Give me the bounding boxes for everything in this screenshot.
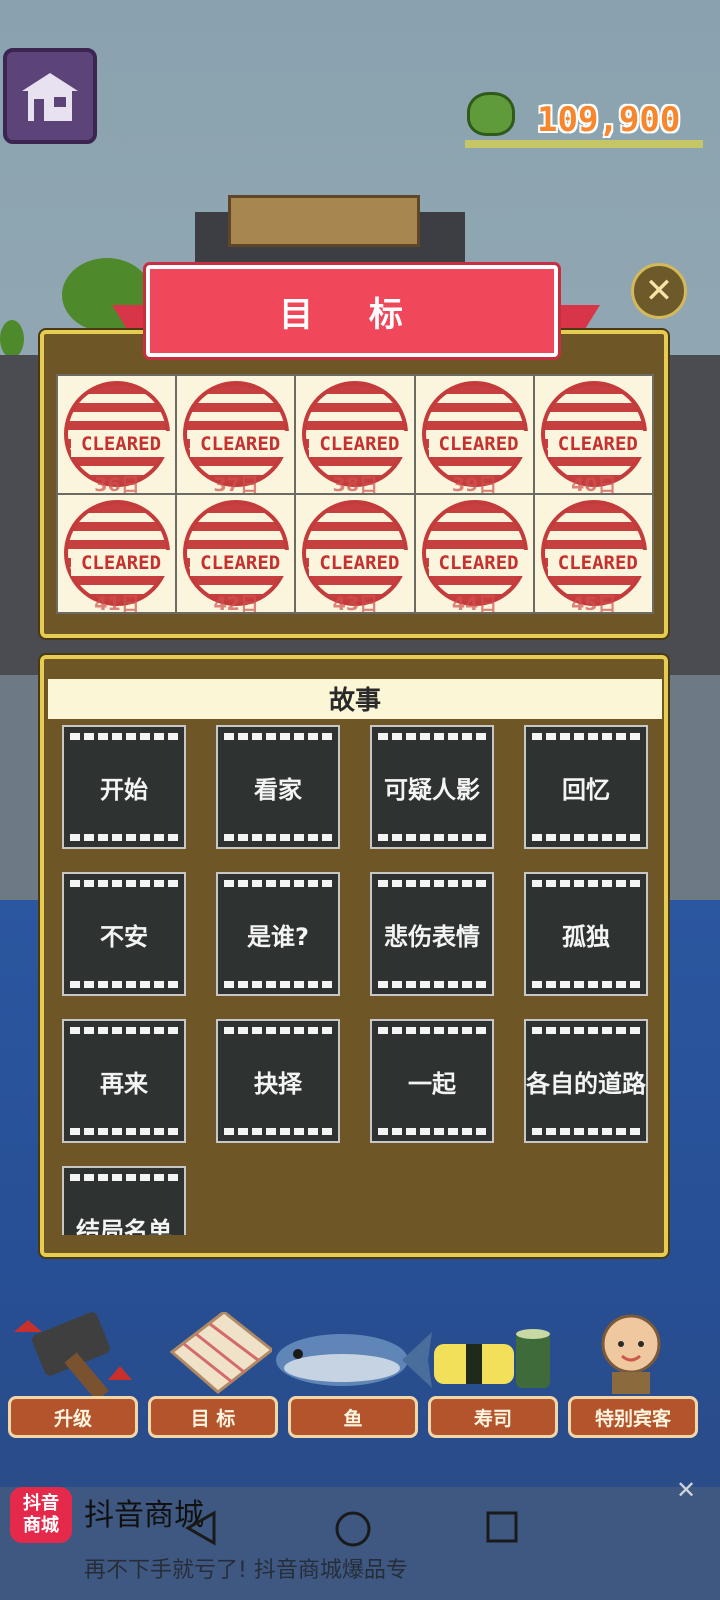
stamp-label: CLEARED <box>71 431 171 457</box>
goal-day: 44日 <box>451 593 498 612</box>
goal-day: 45日 <box>571 593 617 612</box>
sushi-icon <box>430 1326 554 1400</box>
story-chapter-label: 看家 <box>254 775 302 804</box>
coin-value: 109,900 <box>537 100 681 140</box>
story-chapter-button[interactable]: 看家 <box>216 725 340 849</box>
goal-cell[interactable]: CLEARED 38日 <box>296 376 414 493</box>
stamp-label: CLEARED <box>547 550 648 576</box>
story-chapter-label: 回忆 <box>562 775 610 804</box>
bamboo-bar <box>465 140 703 148</box>
goal-cell[interactable]: CLEARED 44日 <box>415 495 533 612</box>
story-chapter-button[interactable]: 抉择 <box>216 1019 340 1143</box>
nav-home-icon[interactable] <box>334 1510 372 1548</box>
story-chapter-button[interactable]: 不安 <box>62 872 186 996</box>
goal-cell[interactable]: CLEARED 36日 <box>58 376 176 493</box>
story-chapter-label: 一起 <box>408 1069 456 1098</box>
stamp-label: CLEARED <box>190 431 291 457</box>
story-chapter-button[interactable]: 再来 <box>62 1019 186 1143</box>
hammer-icon <box>14 1310 134 1402</box>
goal-grid: CLEARED 36日 CLEARED 37日 CLEARED 38日 CLEARED 39日… <box>56 374 654 614</box>
goal-day: 37日 <box>213 474 259 493</box>
story-chapter-button[interactable]: 是谁? <box>216 872 340 996</box>
guest-character-icon <box>598 1312 664 1396</box>
story-grid: 开始 看家 可疑人影 回忆不安 是谁? 悲伤表情 孤独再来 抉择 一起 各自的道路结局名单 <box>58 725 658 1235</box>
goal-day: 39日 <box>451 474 498 493</box>
goal-day: 43日 <box>332 593 379 612</box>
story-chapter-button[interactable]: 各自的道路 <box>524 1019 648 1143</box>
story-panel: 故事 开始 看家 可疑人影 回忆不安 是谁? 悲伤表情 孤独再来 抉择 一起 各自的道路结局名单 <box>40 655 668 1257</box>
tree-left-small <box>0 320 24 358</box>
coin-counter: 109,900 <box>465 82 705 154</box>
story-chapter-button[interactable]: 悲伤表情 <box>370 872 494 996</box>
story-chapter-button[interactable]: 一起 <box>370 1019 494 1143</box>
tab-special-guests[interactable]: 特别宾客 <box>568 1396 698 1438</box>
ad-close-icon[interactable]: ✕ <box>676 1476 696 1504</box>
story-chapter-label: 可疑人影 <box>384 775 480 804</box>
goal-day: 36日 <box>94 474 140 493</box>
tab-fish[interactable]: 鱼 <box>288 1396 418 1438</box>
stamp-label: CLEARED <box>309 431 410 457</box>
story-chapter-label: 各自的道路 <box>526 1069 646 1098</box>
goal-panel: CLEARED 36日 CLEARED 37日 CLEARED 38日 CLEARED 39日… <box>40 330 668 638</box>
goal-day: 40日 <box>571 474 617 493</box>
stamp-label: CLEARED <box>71 550 171 576</box>
house-icon <box>22 73 78 121</box>
fish-icon <box>276 1318 432 1398</box>
goal-day: 38日 <box>332 474 379 493</box>
story-chapter-button[interactable]: 可疑人影 <box>370 725 494 849</box>
goal-cell[interactable]: CLEARED 41日 <box>58 495 176 612</box>
story-chapter-label: 是谁? <box>247 922 309 951</box>
nav-recent-icon[interactable] <box>485 1510 519 1544</box>
close-button[interactable]: ✕ <box>631 263 687 319</box>
tab-sushi[interactable]: 寿司 <box>428 1396 558 1438</box>
wooden-sign <box>228 195 420 247</box>
tab-upgrade[interactable]: 升级 <box>8 1396 138 1438</box>
goal-cell[interactable]: CLEARED 42日 <box>177 495 295 612</box>
goal-cell[interactable]: CLEARED 43日 <box>296 495 414 612</box>
nav-back-icon[interactable] <box>184 1510 220 1546</box>
story-chapter-button[interactable]: 开始 <box>62 725 186 849</box>
story-chapter-button[interactable]: 回忆 <box>524 725 648 849</box>
goal-cell[interactable]: CLEARED 39日 <box>415 376 533 493</box>
tab-goals[interactable]: 目 标 <box>148 1396 278 1438</box>
stamp-label: CLEARED <box>190 550 291 576</box>
story-chapter-label: 悲伤表情 <box>384 922 480 951</box>
home-button[interactable] <box>3 48 97 144</box>
story-chapter-label: 结局名单 <box>76 1216 172 1236</box>
stamp-label: CLEARED <box>428 431 529 457</box>
stamp-label: CLEARED <box>428 550 529 576</box>
stamp-label: CLEARED <box>309 550 410 576</box>
story-header: 故事 <box>48 679 662 719</box>
goal-day: 41日 <box>94 593 140 612</box>
ad-app-icon[interactable]: 抖音 商城 <box>10 1487 72 1543</box>
ad-icon-label: 抖音 商城 <box>23 1493 59 1536</box>
goal-cell[interactable]: CLEARED 45日 <box>534 495 652 612</box>
story-chapter-label: 不安 <box>100 922 148 951</box>
goal-cell[interactable]: CLEARED 37日 <box>177 376 295 493</box>
story-chapter-label: 抉择 <box>254 1069 302 1098</box>
money-bag-icon <box>467 92 515 136</box>
ad-subtitle[interactable]: 再不下手就亏了! 抖音商城爆品专 <box>84 1552 408 1584</box>
story-chapter-button[interactable]: 结局名单 <box>62 1166 186 1235</box>
goal-cell[interactable]: CLEARED 40日 <box>534 376 652 493</box>
story-chapter-label: 再来 <box>100 1069 148 1098</box>
goal-title-banner: 目 标 <box>146 265 558 357</box>
goal-day: 42日 <box>213 593 259 612</box>
close-icon: ✕ <box>644 271 674 311</box>
story-chapter-label: 开始 <box>100 775 148 804</box>
stamp-label: CLEARED <box>547 431 648 457</box>
story-chapter-label: 孤独 <box>562 922 610 951</box>
goal-chart-icon <box>152 1310 275 1394</box>
story-chapter-button[interactable]: 孤独 <box>524 872 648 996</box>
